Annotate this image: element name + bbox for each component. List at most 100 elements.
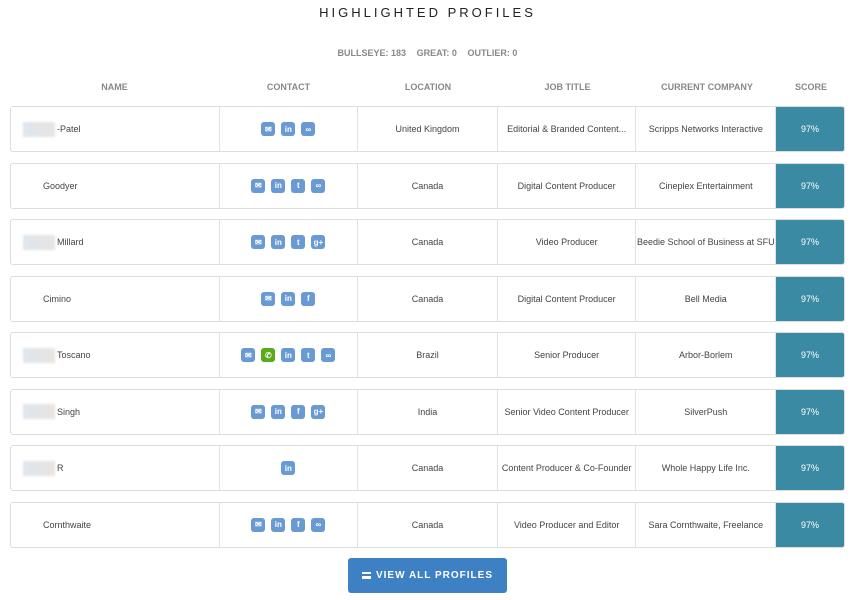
list-icon bbox=[361, 572, 371, 579]
linkedin-icon[interactable]: in bbox=[281, 291, 296, 306]
contact-cell: ✉ in t g+ bbox=[220, 220, 359, 264]
phone-icon[interactable]: ✆ bbox=[261, 348, 276, 362]
email-icon[interactable]: ✉ bbox=[251, 517, 266, 532]
table-row[interactable]: Cimino ✉ in f Canada Digital Content Produ… bbox=[10, 275, 845, 322]
contact-cell: ✉ in ∞ bbox=[220, 107, 359, 151]
col-score: SCORE bbox=[794, 82, 827, 92]
location-cell: Canada bbox=[358, 446, 498, 490]
score-cell: 97% bbox=[776, 220, 844, 264]
great-count: GREAT: 0 bbox=[416, 48, 457, 58]
link-icon[interactable]: ∞ bbox=[301, 122, 316, 136]
linkedin-icon[interactable]: in bbox=[281, 461, 296, 475]
email-icon[interactable]: ✉ bbox=[251, 178, 266, 193]
facebook-icon[interactable]: f bbox=[301, 291, 316, 306]
blurred-name bbox=[23, 234, 55, 250]
profile-name[interactable]: Toscano bbox=[57, 350, 91, 360]
table-row[interactable]: Millard ✉ in t g+ Canada Video Producer Bee… bbox=[10, 219, 845, 265]
profile-name[interactable]: Cimino bbox=[43, 294, 71, 304]
score-cell: 97% bbox=[776, 163, 844, 208]
job-title-cell: Content Producer & Co-Founder bbox=[498, 446, 637, 490]
linkedin-icon[interactable]: in bbox=[281, 122, 296, 136]
link-icon[interactable]: ∞ bbox=[311, 178, 326, 193]
email-icon[interactable]: ✉ bbox=[261, 122, 276, 136]
name-cell[interactable]: Goodyer bbox=[11, 163, 220, 208]
facebook-icon[interactable]: f bbox=[291, 517, 306, 532]
score-cell: 97% bbox=[776, 446, 844, 490]
linkedin-icon[interactable]: in bbox=[271, 235, 286, 249]
table-row[interactable]: -Patel ✉ in ∞ United Kingdom Editorial & B… bbox=[10, 106, 845, 152]
outlier-count: OUTLIER: 0 bbox=[467, 48, 518, 58]
contact-cell: ✉ in t ∞ bbox=[220, 163, 359, 208]
location-cell: India bbox=[358, 389, 498, 434]
job-title-cell: Digital Content Producer bbox=[498, 276, 637, 321]
twitter-icon[interactable]: t bbox=[301, 348, 316, 362]
email-icon[interactable]: ✉ bbox=[261, 291, 276, 306]
name-cell[interactable]: Cornthwaite bbox=[11, 502, 220, 547]
location-cell: Canada bbox=[358, 276, 498, 321]
col-contact: CONTACT bbox=[266, 82, 311, 92]
google-plus-icon[interactable]: g+ bbox=[311, 235, 326, 249]
job-title-cell: Senior Video Content Producer bbox=[498, 389, 637, 434]
job-title-cell: Video Producer bbox=[498, 220, 637, 264]
link-icon[interactable]: ∞ bbox=[321, 348, 336, 362]
blurred-name bbox=[23, 404, 55, 419]
location-cell: Canada bbox=[358, 163, 498, 208]
company-cell: Cineplex Entertainment bbox=[636, 163, 777, 208]
email-icon[interactable]: ✉ bbox=[241, 348, 256, 362]
profile-name[interactable]: R bbox=[57, 463, 64, 473]
location-cell: United Kingdom bbox=[358, 107, 498, 151]
blurred-name bbox=[23, 460, 55, 476]
col-location: LOCATION bbox=[404, 82, 452, 92]
view-all-profiles-button[interactable]: VIEW ALL PROFILES bbox=[348, 558, 507, 593]
profile-name[interactable]: Millard bbox=[57, 237, 84, 247]
profile-name[interactable]: Singh bbox=[57, 407, 80, 417]
col-name: NAME bbox=[101, 82, 128, 92]
email-icon[interactable]: ✉ bbox=[251, 235, 266, 249]
col-company: CURRENT COMPANY bbox=[661, 82, 753, 92]
company-cell: SilverPush bbox=[636, 389, 777, 434]
stats-bar: BULLSEYE: 183 GREAT: 0 OUTLIER: 0 bbox=[0, 48, 855, 58]
contact-cell: ✉ ✆ in t ∞ bbox=[220, 333, 359, 377]
twitter-icon[interactable]: t bbox=[291, 235, 306, 249]
company-cell: Beedie School of Business at SFU bbox=[636, 220, 777, 264]
table-header: NAME CONTACT LOCATION JOB TITLE CURRENT … bbox=[10, 82, 845, 92]
profile-name[interactable]: -Patel bbox=[57, 124, 81, 134]
job-title-cell: Editorial & Branded Content... bbox=[498, 107, 637, 151]
col-job-title: JOB TITLE bbox=[544, 82, 591, 92]
profile-name[interactable]: Goodyer bbox=[43, 181, 78, 191]
name-cell[interactable]: R bbox=[11, 446, 220, 490]
table-row[interactable]: Singh ✉ in f g+ India Senior Video Content … bbox=[10, 388, 845, 435]
name-cell[interactable]: Singh bbox=[11, 389, 220, 434]
page-title: HIGHLIGHTED PROFILES bbox=[319, 5, 536, 20]
email-icon[interactable]: ✉ bbox=[251, 404, 266, 419]
name-cell[interactable]: Cimino bbox=[11, 276, 220, 321]
table-row[interactable]: Goodyer ✉ in t ∞ Canada Digital Content Pro… bbox=[10, 162, 845, 209]
linkedin-icon[interactable]: in bbox=[271, 517, 286, 532]
twitter-icon[interactable]: t bbox=[291, 178, 306, 193]
name-cell[interactable]: Toscano bbox=[11, 333, 220, 377]
linkedin-icon[interactable]: in bbox=[271, 404, 286, 419]
table-row[interactable]: Cornthwaite ✉ in f ∞ Canada Video Producer … bbox=[10, 501, 845, 548]
linkedin-icon[interactable]: in bbox=[271, 178, 286, 193]
profile-name[interactable]: Cornthwaite bbox=[43, 520, 91, 530]
facebook-icon[interactable]: f bbox=[291, 404, 306, 419]
profile-list: -Patel ✉ in ∞ United Kingdom Editorial & B… bbox=[10, 106, 845, 558]
link-icon[interactable]: ∞ bbox=[311, 517, 326, 532]
contact-cell: in bbox=[220, 446, 359, 490]
company-cell: Arbor-Borlem bbox=[636, 333, 777, 377]
location-cell: Canada bbox=[358, 502, 498, 547]
linkedin-icon[interactable]: in bbox=[281, 348, 296, 362]
company-cell: Whole Happy Life Inc. bbox=[636, 446, 777, 490]
contact-cell: ✉ in f bbox=[220, 276, 359, 321]
company-cell: Sara Cornthwaite, Freelance bbox=[636, 502, 777, 547]
table-row[interactable]: R in Canada Content Producer & Co-Founde… bbox=[10, 445, 845, 491]
table-row[interactable]: Toscano ✉ ✆ in t ∞ Brazil Senior Producer Ar… bbox=[10, 332, 845, 378]
google-plus-icon[interactable]: g+ bbox=[311, 404, 326, 419]
name-cell[interactable]: Millard bbox=[11, 220, 220, 264]
score-cell: 97% bbox=[776, 389, 844, 434]
name-cell[interactable]: -Patel bbox=[11, 107, 220, 151]
score-cell: 97% bbox=[776, 276, 844, 321]
contact-cell: ✉ in f g+ bbox=[220, 389, 359, 434]
location-cell: Brazil bbox=[358, 333, 498, 377]
score-cell: 97% bbox=[776, 502, 844, 547]
